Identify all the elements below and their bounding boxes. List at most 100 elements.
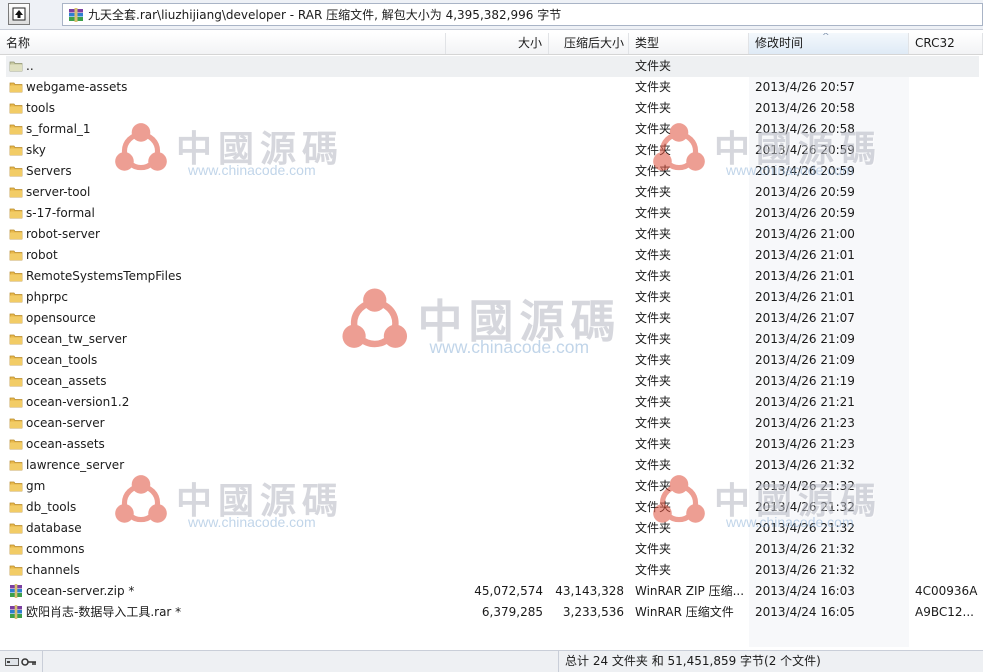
list-item[interactable]: robot-server 文件夹 2013/4/26 21:00 — [6, 224, 979, 245]
folder-icon — [9, 269, 23, 283]
list-item[interactable]: sky 文件夹 2013/4/26 20:59 — [6, 140, 979, 161]
column-crc-header[interactable]: CRC32 — [909, 33, 983, 54]
cell-size — [446, 161, 543, 182]
cell-crc — [915, 182, 979, 203]
list-item[interactable]: ocean_tools 文件夹 2013/4/26 21:09 — [6, 350, 979, 371]
sort-ascending-icon: ^ — [822, 33, 830, 42]
cell-modified: 2013/4/26 21:32 — [755, 458, 855, 472]
list-item[interactable]: opensource 文件夹 2013/4/26 21:07 — [6, 308, 979, 329]
cell-packed — [546, 560, 624, 581]
cell-packed: 3,233,536 — [562, 605, 624, 619]
list-item[interactable]: ocean-server.zip * 45,072,574 43,143,328 Wi… — [6, 581, 979, 602]
cell-type: 文件夹 — [635, 101, 672, 115]
cell-packed — [546, 119, 624, 140]
path-bar: 九天全套.rar\liuzhijiang\developer - RAR 压缩文… — [0, 0, 983, 30]
cell-type: WinRAR ZIP 压缩... — [635, 584, 745, 598]
cell-modified: 2013/4/26 21:23 — [755, 437, 855, 451]
cell-modified: 2013/4/26 21:23 — [755, 416, 855, 430]
list-item[interactable]: phprpc 文件夹 2013/4/26 21:01 — [6, 287, 979, 308]
list-item[interactable]: ocean-server 文件夹 2013/4/26 21:23 — [6, 413, 979, 434]
cell-crc — [915, 56, 979, 77]
cell-packed — [546, 287, 624, 308]
cell-modified: 2013/4/26 20:59 — [755, 164, 855, 178]
list-item[interactable]: gm 文件夹 2013/4/26 21:32 — [6, 476, 979, 497]
cell-name: gm — [26, 479, 46, 493]
cell-packed — [546, 98, 624, 119]
list-item[interactable]: ocean_tw_server 文件夹 2013/4/26 21:09 — [6, 329, 979, 350]
cell-modified: 2013/4/26 20:58 — [755, 122, 855, 136]
up-folder-button[interactable] — [8, 3, 30, 25]
cell-name: s_formal_1 — [26, 122, 91, 136]
list-item[interactable]: db_tools 文件夹 2013/4/26 21:32 — [6, 497, 979, 518]
list-item[interactable]: lawrence_server 文件夹 2013/4/26 21:32 — [6, 455, 979, 476]
rar-archive-icon — [9, 605, 23, 619]
cell-type: 文件夹 — [635, 479, 672, 493]
cell-packed — [546, 329, 624, 350]
cell-name: phprpc — [26, 290, 68, 304]
column-packed-header[interactable]: 压缩后大小 — [549, 33, 629, 54]
folder-icon — [9, 101, 23, 115]
cell-size — [446, 56, 543, 77]
list-item[interactable]: s_formal_1 文件夹 2013/4/26 20:58 — [6, 119, 979, 140]
cell-modified: 2013/4/26 21:09 — [755, 332, 855, 346]
list-item[interactable]: ocean-assets 文件夹 2013/4/26 21:23 — [6, 434, 979, 455]
file-list[interactable]: .. 文件夹 webgame-assets 文件夹 2013/4/26 20:57 too… — [0, 56, 983, 647]
cell-type: 文件夹 — [635, 395, 672, 409]
list-item[interactable]: database 文件夹 2013/4/26 21:32 — [6, 518, 979, 539]
cell-type: 文件夹 — [635, 143, 672, 157]
cell-type: 文件夹 — [635, 416, 672, 430]
cell-type: 文件夹 — [635, 563, 672, 577]
cell-type: 文件夹 — [635, 227, 672, 241]
folder-icon — [9, 374, 23, 388]
cell-crc — [915, 476, 979, 497]
list-item[interactable]: s-17-formal 文件夹 2013/4/26 20:59 — [6, 203, 979, 224]
cell-size: 6,379,285 — [481, 605, 543, 619]
list-item[interactable]: 欧阳肖志-数据导入工具.rar * 6,379,285 3,233,536 WinRA… — [6, 602, 979, 623]
cell-modified — [755, 56, 905, 77]
cell-type: 文件夹 — [635, 269, 672, 283]
list-item[interactable]: ocean_assets 文件夹 2013/4/26 21:19 — [6, 371, 979, 392]
list-item[interactable]: tools 文件夹 2013/4/26 20:58 — [6, 98, 979, 119]
folder-icon — [9, 353, 23, 367]
cell-size — [446, 539, 543, 560]
cell-name: commons — [26, 542, 85, 556]
cell-crc — [915, 287, 979, 308]
column-header: 名称 大小 压缩后大小 类型 ^ 修改时间 CRC32 — [0, 33, 983, 55]
folder-icon — [9, 122, 23, 136]
list-item[interactable]: ocean-version1.2 文件夹 2013/4/26 21:21 — [6, 392, 979, 413]
folder-icon — [9, 206, 23, 220]
folder-icon — [9, 248, 23, 262]
list-item[interactable]: channels 文件夹 2013/4/26 21:32 — [6, 560, 979, 581]
cell-crc — [915, 224, 979, 245]
column-modified-header[interactable]: ^ 修改时间 — [749, 33, 909, 54]
cell-packed — [546, 203, 624, 224]
cell-crc: 4C00936A — [915, 584, 978, 598]
path-field[interactable]: 九天全套.rar\liuzhijiang\developer - RAR 压缩文… — [62, 3, 983, 26]
cell-packed — [546, 245, 624, 266]
cell-name: webgame-assets — [26, 80, 128, 94]
list-item[interactable]: server-tool 文件夹 2013/4/26 20:59 — [6, 182, 979, 203]
cell-crc — [915, 140, 979, 161]
list-item[interactable]: .. 文件夹 — [6, 56, 979, 77]
cell-size: 45,072,574 — [474, 584, 543, 598]
status-bar: 总计 24 文件夹 和 51,451,859 字节(2 个文件) — [0, 650, 983, 672]
column-name-header[interactable]: 名称 — [0, 33, 446, 54]
folder-icon — [9, 395, 23, 409]
cell-size — [446, 182, 543, 203]
folder-icon — [9, 290, 23, 304]
cell-packed — [546, 476, 624, 497]
list-item[interactable]: Servers 文件夹 2013/4/26 20:59 — [6, 161, 979, 182]
list-item[interactable]: webgame-assets 文件夹 2013/4/26 20:57 — [6, 77, 979, 98]
folder-icon — [9, 80, 23, 94]
cell-name: 欧阳肖志-数据导入工具.rar * — [26, 605, 182, 619]
cell-crc — [915, 203, 979, 224]
cell-crc — [915, 161, 979, 182]
list-item[interactable]: robot 文件夹 2013/4/26 21:01 — [6, 245, 979, 266]
folder-icon — [9, 521, 23, 535]
cell-crc — [915, 518, 979, 539]
list-item[interactable]: commons 文件夹 2013/4/26 21:32 — [6, 539, 979, 560]
column-size-header[interactable]: 大小 — [446, 33, 549, 54]
list-item[interactable]: RemoteSystemsTempFiles 文件夹 2013/4/26 21:01 — [6, 266, 979, 287]
column-type-header[interactable]: 类型 — [629, 33, 749, 54]
cell-name: database — [26, 521, 82, 535]
